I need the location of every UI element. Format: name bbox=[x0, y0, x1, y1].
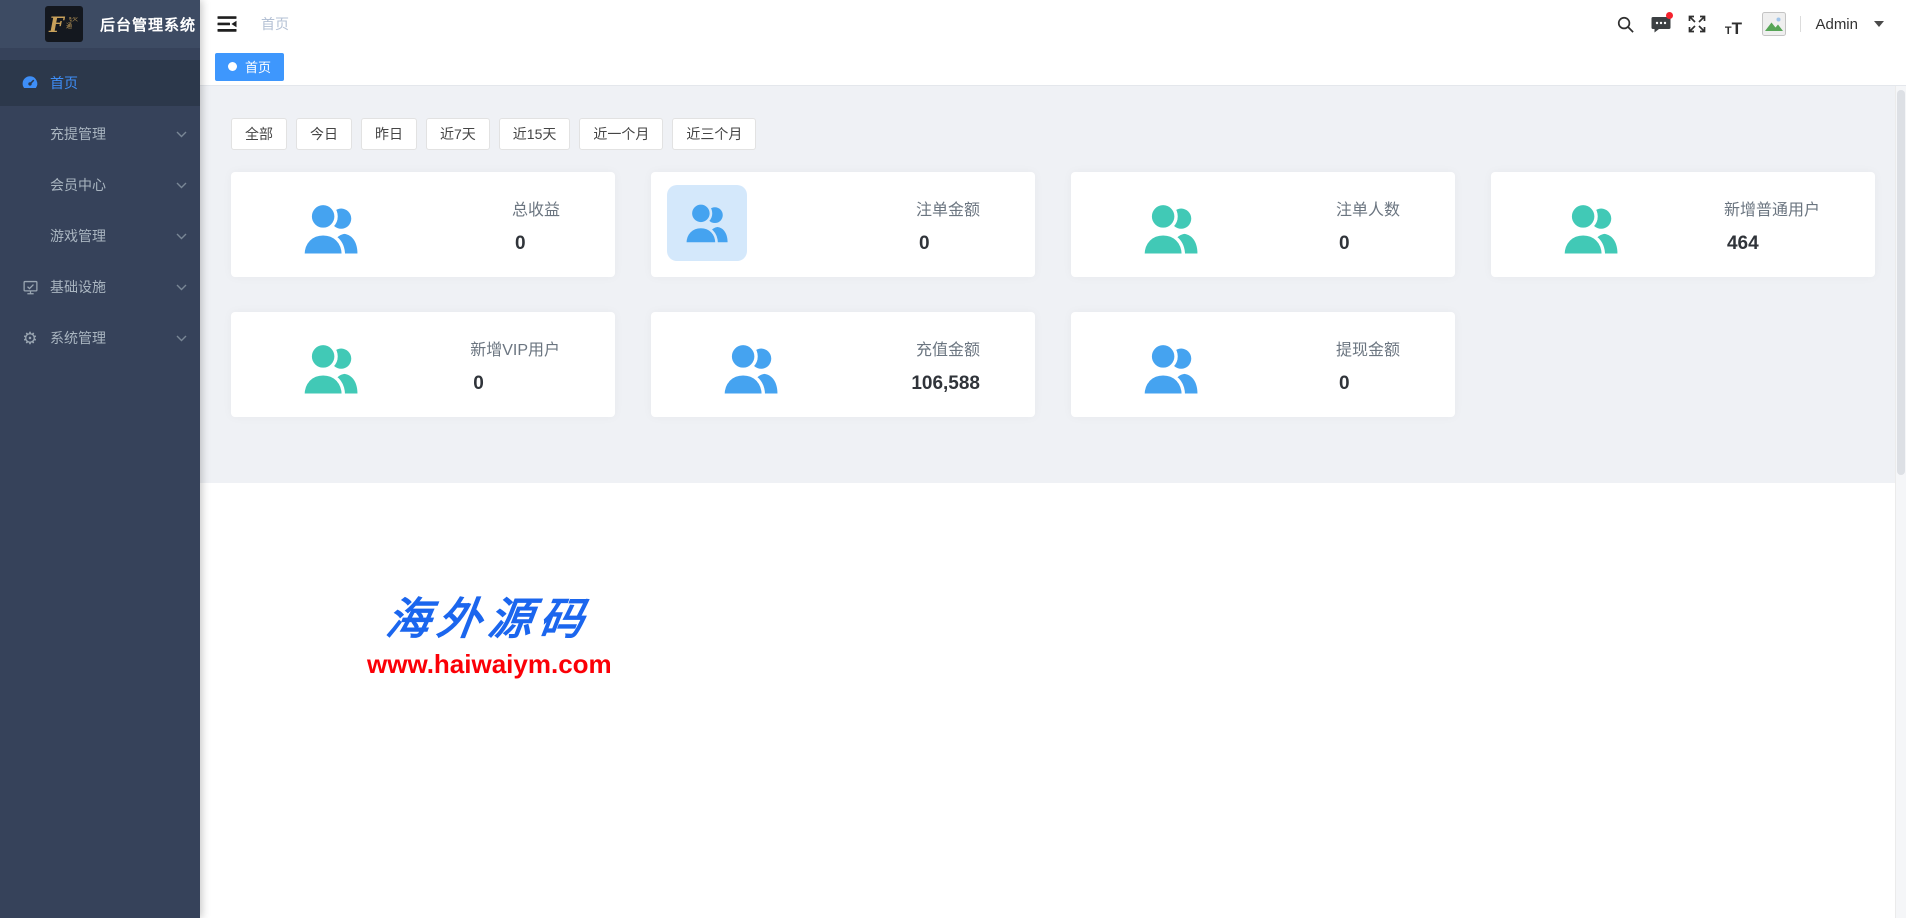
navbar-actions: TT Admin bbox=[1614, 0, 1884, 48]
chevron-down-icon bbox=[176, 284, 187, 291]
stat-label: 新增普通用户 bbox=[1724, 196, 1820, 220]
stat-value: 0 bbox=[1336, 373, 1400, 395]
sidebar-item-label: 会员中心 bbox=[50, 175, 106, 195]
caret-down-icon[interactable] bbox=[1874, 21, 1884, 27]
date-filter-group: 全部 今日 昨日 近7天 近15天 近一个月 近三个月 bbox=[231, 86, 1875, 150]
top-navbar: 首页 TT Admin bbox=[200, 0, 1906, 48]
stat-label: 充值金额 bbox=[908, 336, 980, 360]
filter-7days-button[interactable]: 近7天 bbox=[426, 118, 490, 150]
sidebar-item-label: 充提管理 bbox=[50, 124, 106, 144]
sidebar-item-game-management[interactable]: 游戏管理 bbox=[0, 213, 200, 259]
stat-card-bet-amount: 注单金额 0 bbox=[651, 172, 1035, 277]
messages-icon[interactable] bbox=[1650, 11, 1672, 37]
main-area: 首页 TT Admin 首页 bbox=[200, 0, 1906, 918]
content-area: 全部 今日 昨日 近7天 近15天 近一个月 近三个月 总收益 0 注单金额 0 bbox=[200, 86, 1906, 483]
sidebar-item-home[interactable]: 首页 bbox=[0, 60, 200, 106]
filter-today-button[interactable]: 今日 bbox=[296, 118, 352, 150]
user-menu[interactable]: Admin bbox=[1815, 16, 1858, 33]
stat-card-withdraw-amount: 提现金额 0 bbox=[1071, 312, 1455, 417]
stat-value: 464 bbox=[1724, 233, 1820, 255]
users-icon bbox=[713, 330, 789, 406]
gear-icon: ⚙ bbox=[20, 330, 40, 347]
stat-card-new-normal-users: 新增普通用户 464 bbox=[1491, 172, 1875, 277]
content-scrollbar[interactable] bbox=[1895, 86, 1906, 918]
collapse-menu-icon[interactable] bbox=[217, 15, 237, 33]
sidebar-item-infrastructure[interactable]: 基础设施 bbox=[0, 264, 200, 310]
stat-value: 0 bbox=[1336, 233, 1400, 255]
sidebar-item-label: 系统管理 bbox=[50, 328, 106, 348]
stat-value: 0 bbox=[916, 233, 980, 255]
sidebar-item-label: 游戏管理 bbox=[50, 226, 106, 246]
chevron-down-icon bbox=[176, 233, 187, 240]
watermark: 海外源码 www.haiwaiym.com bbox=[367, 583, 612, 680]
tag-bar: 首页 bbox=[200, 48, 1906, 86]
app-title: 后台管理系统 bbox=[100, 14, 196, 35]
sidebar-menu: 首页 充提管理 会员中心 游戏管理 基础设施 ⚙ 系统管理 bbox=[0, 48, 200, 361]
users-icon bbox=[1133, 190, 1209, 266]
stat-label: 注单金额 bbox=[916, 196, 980, 220]
breadcrumb[interactable]: 首页 bbox=[261, 14, 289, 34]
tab-home[interactable]: 首页 bbox=[215, 53, 284, 81]
filter-yesterday-button[interactable]: 昨日 bbox=[361, 118, 417, 150]
sidebar: F 飞火通 后台管理系统 首页 充提管理 会员中心 游戏管理 基础设施 bbox=[0, 0, 200, 918]
stat-card-recharge-amount: 充值金额 106,588 bbox=[651, 312, 1035, 417]
sidebar-item-label: 首页 bbox=[50, 73, 78, 93]
font-size-icon[interactable]: TT bbox=[1722, 11, 1744, 37]
filter-1month-button[interactable]: 近一个月 bbox=[579, 118, 663, 150]
app-logo[interactable]: F 飞火通 后台管理系统 bbox=[0, 0, 200, 48]
scrollbar-thumb[interactable] bbox=[1897, 90, 1905, 475]
stat-label: 新增VIP用户 bbox=[470, 336, 560, 360]
avatar[interactable] bbox=[1762, 12, 1786, 36]
stat-label: 提现金额 bbox=[1336, 336, 1400, 360]
users-icon bbox=[667, 185, 747, 261]
stat-cards-grid: 总收益 0 注单金额 0 注单人数 0 新增普通用户 464 bbox=[231, 172, 1875, 417]
filter-3months-button[interactable]: 近三个月 bbox=[672, 118, 756, 150]
stat-value: 0 bbox=[470, 373, 560, 395]
tab-label: 首页 bbox=[245, 57, 271, 76]
users-icon bbox=[1553, 190, 1629, 266]
chevron-down-icon bbox=[176, 182, 187, 189]
stat-card-bet-users: 注单人数 0 bbox=[1071, 172, 1455, 277]
stat-value: 0 bbox=[512, 233, 560, 255]
sidebar-item-recharge-withdraw[interactable]: 充提管理 bbox=[0, 111, 200, 157]
stat-label: 总收益 bbox=[512, 196, 560, 220]
app-logo-icon: F 飞火通 bbox=[45, 6, 83, 42]
filter-15days-button[interactable]: 近15天 bbox=[499, 118, 571, 150]
chevron-down-icon bbox=[176, 131, 187, 138]
stat-value: 106,588 bbox=[908, 373, 980, 395]
chevron-down-icon bbox=[176, 335, 187, 342]
sidebar-item-member-center[interactable]: 会员中心 bbox=[0, 162, 200, 208]
stat-label: 注单人数 bbox=[1336, 196, 1400, 220]
divider bbox=[1800, 16, 1801, 32]
notification-badge bbox=[1666, 12, 1673, 19]
logo-subtext: 飞火通 bbox=[66, 17, 79, 31]
logo-letter: F bbox=[49, 14, 64, 35]
stat-card-new-vip-users: 新增VIP用户 0 bbox=[231, 312, 615, 417]
users-icon bbox=[1133, 330, 1209, 406]
users-icon bbox=[293, 190, 369, 266]
watermark-brand: 海外源码 bbox=[363, 583, 617, 647]
dashboard-icon bbox=[20, 74, 40, 92]
search-icon[interactable] bbox=[1614, 11, 1636, 37]
active-dot-icon bbox=[228, 62, 237, 71]
stat-card-total-profit: 总收益 0 bbox=[231, 172, 615, 277]
monitor-icon bbox=[20, 279, 40, 296]
filter-all-button[interactable]: 全部 bbox=[231, 118, 287, 150]
sidebar-item-label: 基础设施 bbox=[50, 277, 106, 297]
fullscreen-icon[interactable] bbox=[1686, 11, 1708, 37]
watermark-url: www.haiwaiym.com bbox=[367, 649, 612, 680]
page-body: 海外源码 www.haiwaiym.com bbox=[200, 483, 1906, 918]
sidebar-item-system-management[interactable]: ⚙ 系统管理 bbox=[0, 315, 200, 361]
users-icon bbox=[293, 330, 369, 406]
